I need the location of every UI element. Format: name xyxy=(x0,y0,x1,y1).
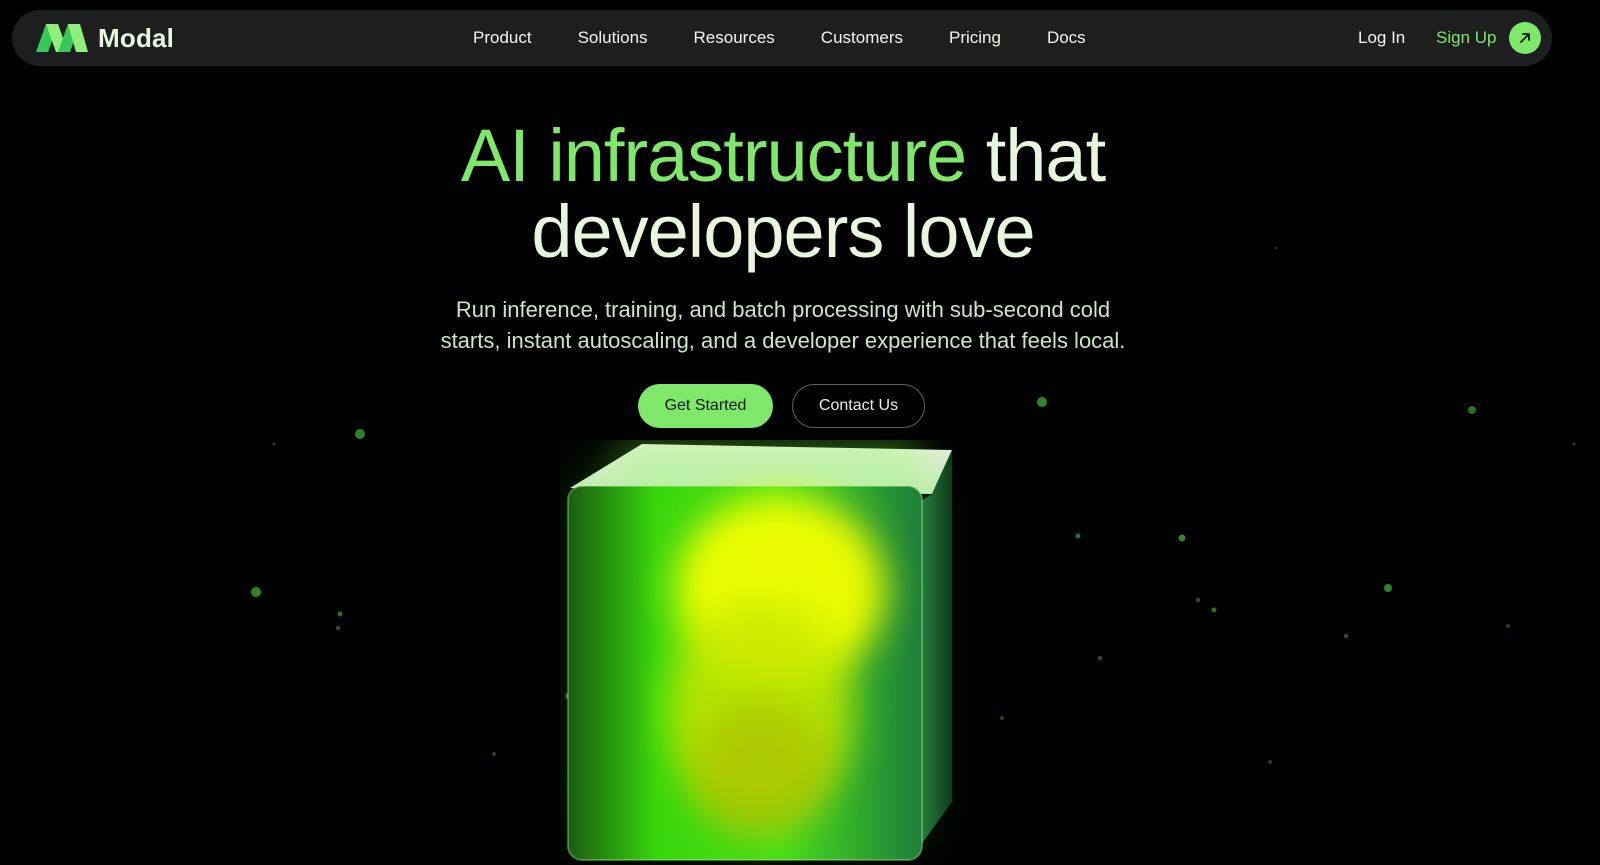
brand-logo[interactable]: Modal xyxy=(36,22,174,54)
nav-item-solutions[interactable]: Solutions xyxy=(578,28,648,48)
hero-title-rest-1: that xyxy=(985,114,1106,197)
signup-button[interactable]: Sign Up xyxy=(1436,22,1542,54)
main-menu: Product Solutions Resources Customers Pr… xyxy=(473,10,1086,66)
hero-title-rest-2: developers love xyxy=(531,190,1035,273)
signup-label: Sign Up xyxy=(1436,28,1497,47)
arrow-up-right-icon xyxy=(1509,22,1542,54)
contact-us-button[interactable]: Contact Us xyxy=(792,384,925,428)
nav-item-resources[interactable]: Resources xyxy=(694,28,775,48)
hero-title-accent: AI infrastructure xyxy=(460,114,967,197)
brand-name: Modal xyxy=(98,22,175,53)
nav-item-pricing[interactable]: Pricing xyxy=(949,28,1001,48)
hero-title: AI infrastructure that developers love xyxy=(0,118,1566,270)
nav-item-customers[interactable]: Customers xyxy=(821,28,903,48)
top-nav: Modal Product Solutions Resources Custom… xyxy=(12,10,1552,66)
hero-subtitle-line-2: starts, instant autoscaling, and a devel… xyxy=(440,328,1126,353)
nav-item-product[interactable]: Product xyxy=(473,28,532,48)
modal-logo-icon xyxy=(36,24,88,52)
nav-item-docs[interactable]: Docs xyxy=(1047,28,1086,48)
hero-subtitle: Run inference, training, and batch proce… xyxy=(0,294,1566,356)
login-link[interactable]: Log In xyxy=(1358,28,1405,48)
hero-subtitle-line-1: Run inference, training, and batch proce… xyxy=(455,297,1111,322)
get-started-button[interactable]: Get Started xyxy=(638,384,773,428)
glowing-cube-illustration xyxy=(567,440,952,861)
